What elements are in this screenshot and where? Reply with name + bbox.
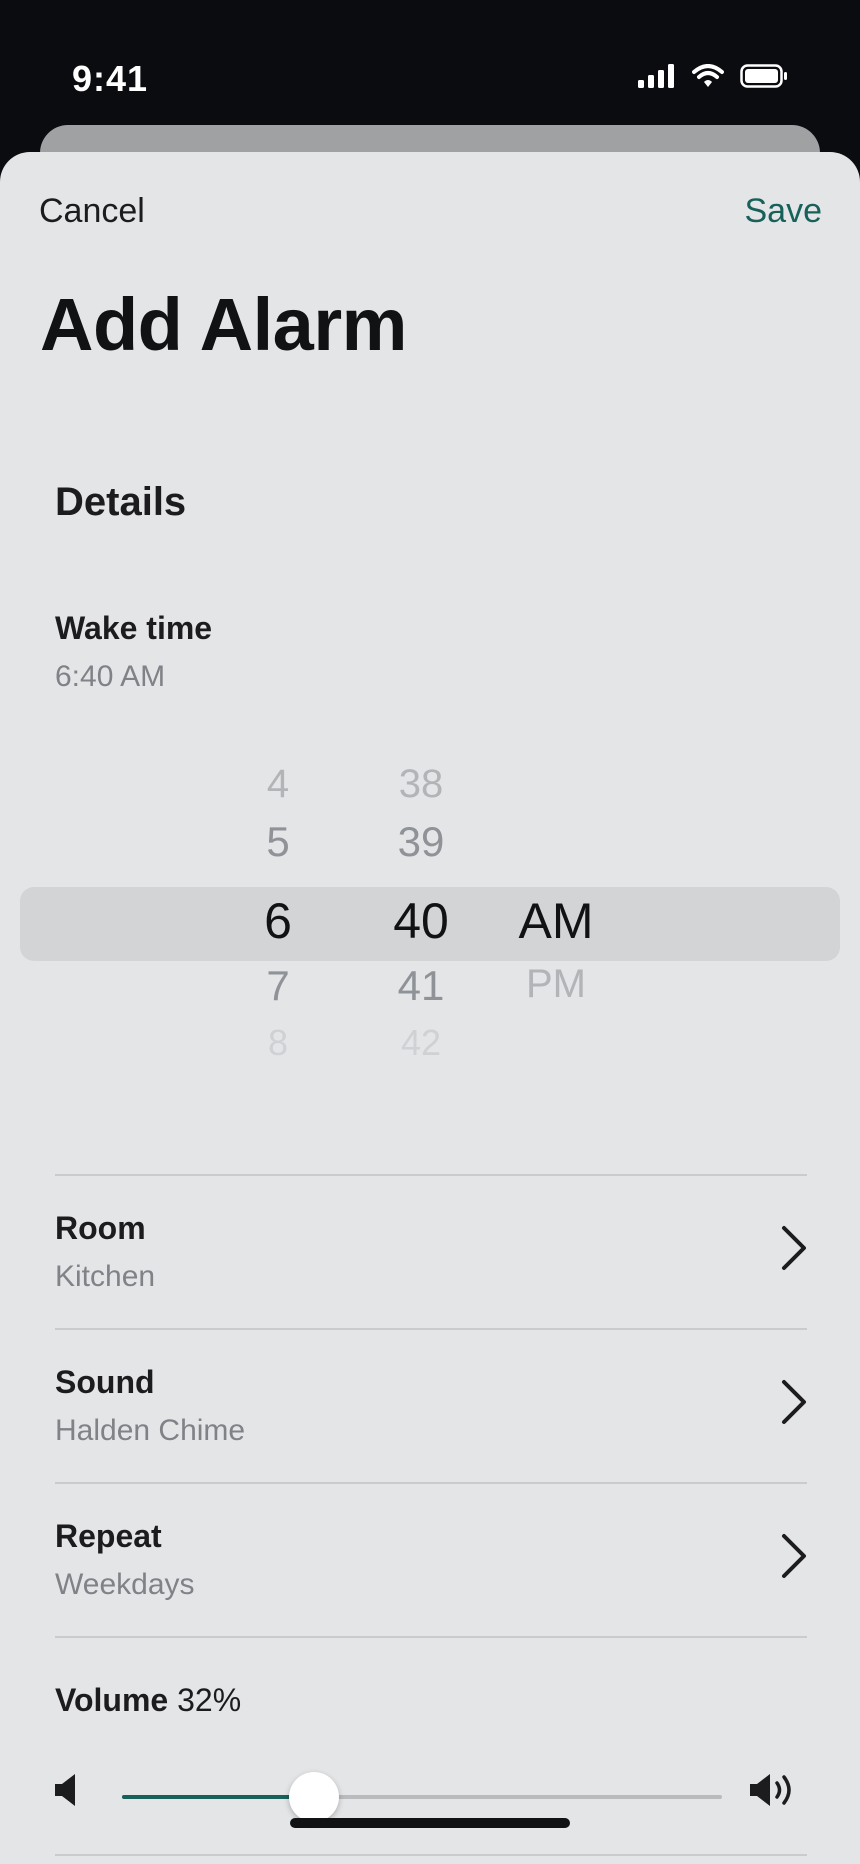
ampm-wheel[interactable]: AM PM [476,742,636,1122]
page-title: Add Alarm [40,283,407,366]
hour-option[interactable]: 8 [198,1022,358,1064]
row-value: Halden Chime [55,1414,246,1447]
row-label: Room [55,1210,146,1246]
room-row[interactable]: Room Kitchen [0,1176,860,1328]
cancel-button[interactable]: Cancel [39,192,145,231]
cellular-signal-icon [638,64,676,88]
chevron-right-icon [780,1224,808,1277]
hour-option[interactable]: 4 [198,762,358,807]
row-label: Repeat [55,1518,162,1554]
time-picker[interactable]: 4 5 6 7 8 38 39 40 41 42 AM PM [0,742,860,1122]
divider [55,1854,807,1856]
wifi-icon [692,64,724,88]
volume-label: Volume 32% [55,1682,241,1719]
wake-time-label: Wake time [55,610,213,646]
hour-option[interactable]: 7 [198,962,358,1010]
slider-fill [122,1795,314,1799]
sound-row[interactable]: Sound Halden Chime [0,1330,860,1482]
row-label: Sound [55,1364,155,1400]
ampm-option[interactable]: PM [476,962,636,1007]
status-time: 9:41 [72,58,149,99]
add-alarm-sheet: Cancel Save Add Alarm Details Wake time … [0,152,860,1864]
row-value: Weekdays [55,1568,195,1601]
save-button[interactable]: Save [745,192,823,231]
speaker-low-icon[interactable] [53,1772,79,1813]
volume-slider[interactable] [122,1772,722,1822]
speaker-high-icon[interactable] [748,1772,798,1813]
battery-icon [740,64,788,88]
chevron-right-icon [780,1378,808,1431]
chevron-right-icon [780,1532,808,1585]
hour-option-selected[interactable]: 6 [198,892,358,950]
slider-thumb[interactable] [289,1772,339,1822]
repeat-row[interactable]: Repeat Weekdays [0,1484,860,1636]
status-icons [638,64,788,88]
hour-option[interactable]: 5 [198,818,358,866]
ampm-option-selected[interactable]: AM [476,892,636,950]
section-title-details: Details [55,480,187,524]
hour-wheel[interactable]: 4 5 6 7 8 [198,742,358,1122]
home-indicator [290,1818,570,1828]
wake-time-value: 6:40 AM [55,660,166,693]
volume-title: Volume [55,1682,169,1718]
divider [55,1636,807,1638]
row-value: Kitchen [55,1260,156,1293]
volume-percent: 32% [177,1682,242,1718]
